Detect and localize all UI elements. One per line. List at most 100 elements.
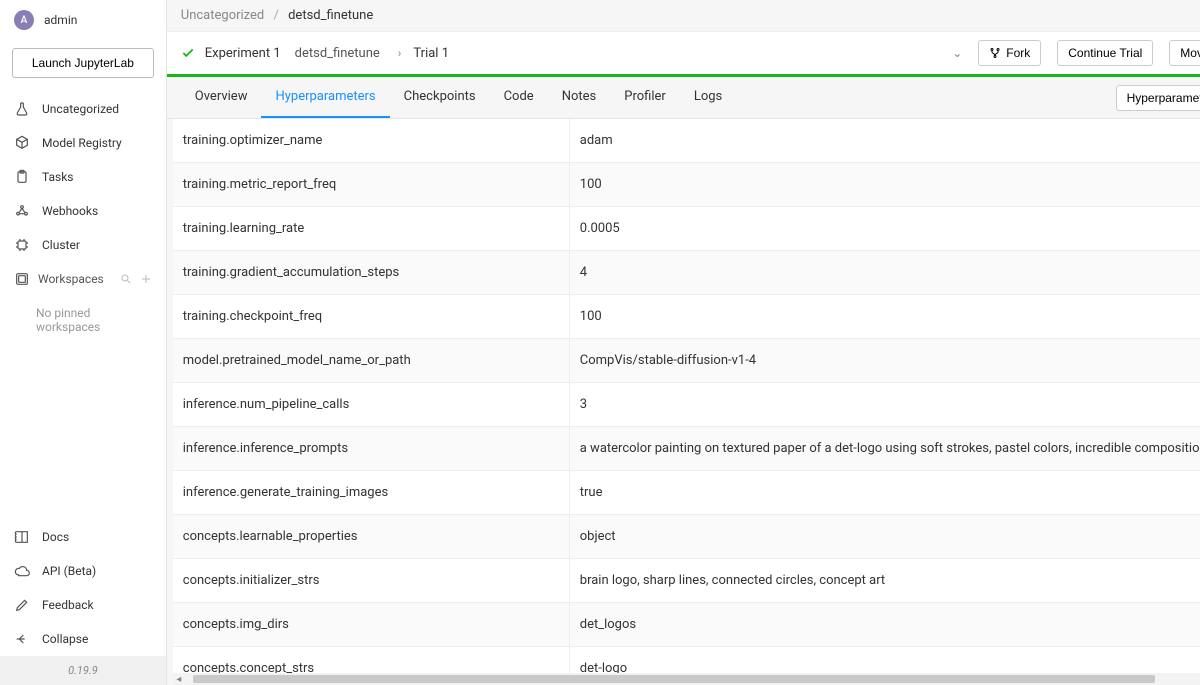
sidebar-item-feedback[interactable]: Feedback (0, 588, 166, 622)
version-label: 0.19.9 (0, 656, 166, 685)
table-row[interactable]: training.checkpoint_freq100 (173, 295, 1200, 339)
table-row[interactable]: training.learning_rate0.0005 (173, 207, 1200, 251)
hyperparam-value: object (570, 515, 1200, 558)
table-row[interactable]: concepts.initializer_strsbrain logo, sha… (173, 559, 1200, 603)
tab-logs[interactable]: Logs (680, 77, 736, 118)
cloud-icon (14, 563, 30, 579)
table-row[interactable]: training.optimizer_nameadam (173, 119, 1200, 163)
sidebar-item-workspaces[interactable]: Workspaces (0, 262, 166, 296)
check-icon (181, 46, 195, 60)
hyperparam-key: inference.inference_prompts (173, 427, 570, 470)
tab-overview[interactable]: Overview (181, 77, 262, 118)
hyperparam-value: 0.0005 (570, 207, 1200, 250)
hyperparam-key: training.optimizer_name (173, 119, 570, 162)
collapse-icon (14, 631, 30, 647)
webhook-icon (14, 203, 30, 219)
table-row[interactable]: concepts.learnable_propertiesobject (173, 515, 1200, 559)
nav-label: Uncategorized (42, 102, 119, 116)
breadcrumb: Uncategorized / detsd_finetune (167, 0, 1200, 31)
hyperparam-value: 100 (570, 295, 1200, 338)
hyperparam-key: training.checkpoint_freq (173, 295, 570, 338)
chevron-down-icon[interactable]: ⌄ (952, 46, 962, 60)
nav-label: Model Registry (42, 136, 122, 150)
workspaces-icon (14, 271, 30, 287)
pencil-icon (14, 597, 30, 613)
hyperparam-value: adam (570, 119, 1200, 162)
fork-button-label: Fork (1006, 46, 1030, 60)
table-row[interactable]: training.metric_report_freq100 (173, 163, 1200, 207)
hyperparam-value: det_logos (570, 603, 1200, 646)
cube-icon (14, 135, 30, 151)
hyperparam-key: training.metric_report_freq (173, 163, 570, 206)
continue-trial-button[interactable]: Continue Trial (1057, 40, 1153, 66)
username: admin (44, 13, 77, 27)
main: Uncategorized / detsd_finetune Experimen… (167, 0, 1200, 685)
experiment-label[interactable]: Experiment 1 (205, 46, 281, 61)
avatar: A (14, 10, 34, 30)
sidebar-item-collapse[interactable]: Collapse (0, 622, 166, 656)
sidebar: A admin Launch JupyterLab Uncategorized … (0, 0, 167, 685)
hyperparameter-search-button[interactable]: Hyperparameter Search (1116, 85, 1200, 111)
sidebar-item-docs[interactable]: Docs (0, 520, 166, 554)
hyperparam-key: inference.num_pipeline_calls (173, 383, 570, 426)
sidebar-item-webhooks[interactable]: Webhooks (0, 194, 166, 228)
table-row[interactable]: inference.num_pipeline_calls3 (173, 383, 1200, 427)
hyperparam-value: true (570, 471, 1200, 514)
hyperparam-key: training.learning_rate (173, 207, 570, 250)
bottom-nav: Docs API (Beta) Feedback Collapse (0, 520, 166, 656)
tab-notes[interactable]: Notes (548, 77, 611, 118)
experiment-bar: Experiment 1 detsd_finetune › Trial 1 ⌄ … (167, 31, 1200, 77)
table-row[interactable]: model.pretrained_model_name_or_pathCompV… (173, 339, 1200, 383)
nav-label: Collapse (42, 632, 88, 646)
launch-jupyterlab-button[interactable]: Launch JupyterLab (12, 48, 154, 78)
tab-code[interactable]: Code (490, 77, 548, 118)
plus-icon[interactable] (140, 273, 152, 285)
user-row[interactable]: A admin (0, 0, 166, 40)
sidebar-item-uncategorized[interactable]: Uncategorized (0, 92, 166, 126)
scrollbar-thumb[interactable] (193, 675, 1155, 683)
breadcrumb-parent[interactable]: Uncategorized (181, 8, 264, 23)
hyperparameters-table: training.optimizer_nameadamtraining.metr… (173, 119, 1200, 685)
breadcrumb-separator: / (273, 8, 278, 23)
tab-profiler[interactable]: Profiler (610, 77, 680, 118)
nav: Uncategorized Model Registry Tasks Webho… (0, 92, 166, 344)
hyperparam-value: 4 (570, 251, 1200, 294)
hyperparam-key: model.pretrained_model_name_or_path (173, 339, 570, 382)
nav-label: Webhooks (42, 204, 98, 218)
table-row[interactable]: inference.inference_promptsa watercolor … (173, 427, 1200, 471)
fork-icon (989, 47, 1001, 59)
chip-icon (14, 237, 30, 253)
hyperparam-key: concepts.learnable_properties (173, 515, 570, 558)
sidebar-item-tasks[interactable]: Tasks (0, 160, 166, 194)
horizontal-scrollbar[interactable]: ◂ ▸ (173, 673, 1200, 685)
hyperparam-value: brain logo, sharp lines, connected circl… (570, 559, 1200, 602)
tab-checkpoints[interactable]: Checkpoints (390, 77, 490, 118)
hyperparam-key: inference.generate_training_images (173, 471, 570, 514)
move-button[interactable]: Move (1169, 40, 1200, 66)
sidebar-item-cluster[interactable]: Cluster (0, 228, 166, 262)
nav-label: Feedback (42, 598, 94, 612)
hyperparam-value: CompVis/stable-diffusion-v1-4 (570, 339, 1200, 382)
fork-button[interactable]: Fork (978, 40, 1041, 66)
hyperparam-key: concepts.img_dirs (173, 603, 570, 646)
hyperparam-value: a watercolor painting on textured paper … (570, 427, 1200, 470)
table-row[interactable]: inference.generate_training_imagestrue (173, 471, 1200, 515)
nav-label: Cluster (42, 238, 80, 252)
trial-label[interactable]: Trial 1 (413, 46, 449, 61)
search-icon[interactable] (120, 273, 132, 285)
clipboard-icon (14, 169, 30, 185)
nav-label: Workspaces (38, 272, 104, 286)
no-pinned-workspaces: No pinned workspaces (0, 296, 166, 344)
sidebar-item-model-registry[interactable]: Model Registry (0, 126, 166, 160)
tab-hyperparameters[interactable]: Hyperparameters (261, 77, 389, 118)
flask-icon (14, 101, 30, 117)
nav-label: API (Beta) (42, 564, 96, 578)
hyperparam-value: 3 (570, 383, 1200, 426)
sidebar-item-api[interactable]: API (Beta) (0, 554, 166, 588)
scroll-left-icon[interactable]: ◂ (173, 674, 185, 685)
breadcrumb-current: detsd_finetune (288, 8, 373, 23)
table-row[interactable]: training.gradient_accumulation_steps4 (173, 251, 1200, 295)
nav-label: Tasks (42, 170, 74, 184)
table-row[interactable]: concepts.img_dirsdet_logos (173, 603, 1200, 647)
hyperparam-key: training.gradient_accumulation_steps (173, 251, 570, 294)
